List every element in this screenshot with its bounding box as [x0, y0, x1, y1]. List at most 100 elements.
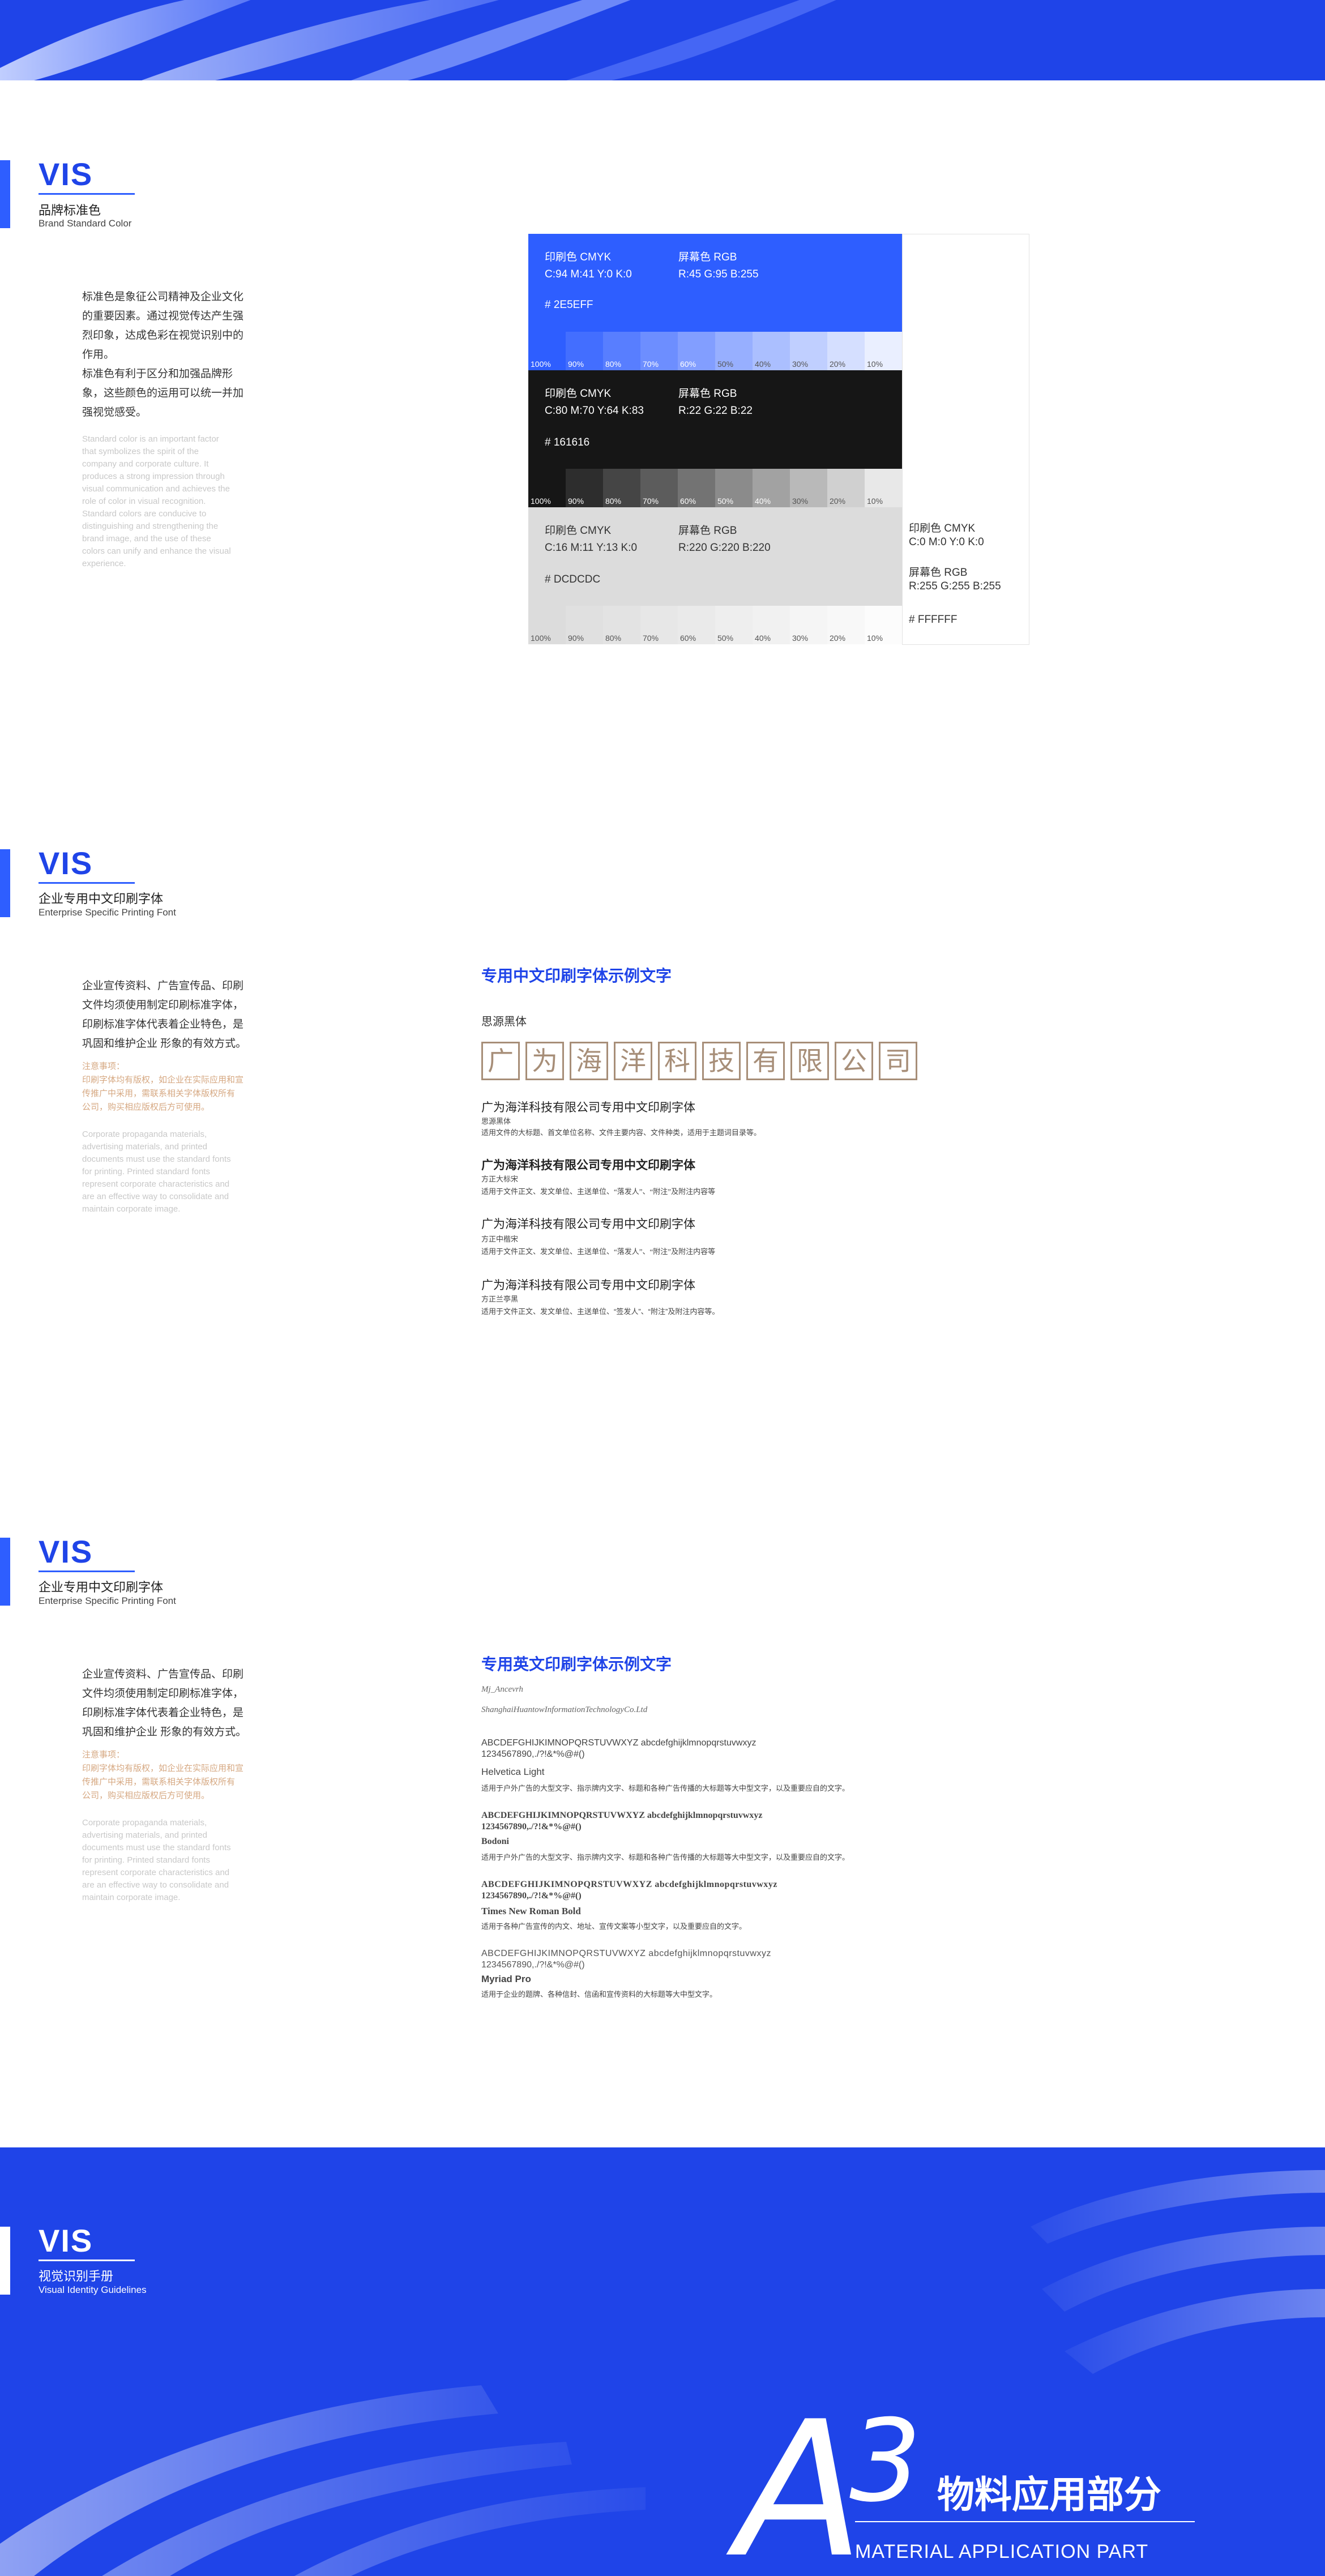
- font-sample-name: 方正中楷宋: [481, 1235, 519, 1243]
- tint-label: 30%: [792, 634, 809, 643]
- tint-label: 40%: [755, 634, 771, 643]
- char-box: 技: [702, 1042, 741, 1080]
- section-accent-bar: [0, 2227, 10, 2295]
- tint-label: 50%: [717, 497, 734, 506]
- tint-label: 30%: [792, 497, 809, 506]
- intro-en: Corporate propaganda materials, advertisi…: [82, 1129, 231, 1214]
- char-box: 洋: [614, 1042, 652, 1080]
- section-title-cn: 品牌标准色: [39, 203, 101, 217]
- vis-underline: [39, 193, 135, 195]
- cn-font-heading: 专用中文印刷字体示例文字: [481, 967, 672, 985]
- tint-cell: 80%: [603, 469, 640, 507]
- tint-row-gray: 100% 90% 80% 70% 60% 50% 40% 30% 20% 10%: [528, 606, 902, 644]
- tint-cell: 100%: [528, 606, 566, 644]
- tint-cell: 30%: [790, 332, 827, 370]
- tint-label: 90%: [568, 634, 584, 643]
- font-alphabet: ABCDEFGHIJKIMNOPQRSTUVWXYZ abcdefghijklm…: [481, 1811, 763, 1820]
- wave-decoration: [0, 0, 836, 80]
- char-box: 有: [746, 1042, 785, 1080]
- tint-label: 60%: [680, 497, 696, 506]
- tint-cell: 40%: [753, 332, 790, 370]
- tint-cell: 80%: [603, 606, 640, 644]
- swatch-white-cmyk: 印刷色 CMYK C:0 M:0 Y:0 K:0: [909, 523, 984, 548]
- tint-cell: 70%: [640, 606, 678, 644]
- part-letter: A: [736, 2381, 864, 2576]
- swatch-gray: [528, 507, 902, 606]
- tint-cell: 50%: [715, 332, 753, 370]
- font-sample-name: 方正兰亭黑: [481, 1295, 519, 1303]
- tint-label: 100%: [531, 360, 551, 369]
- intro-en: Corporate propaganda materials, advertisi…: [82, 1818, 231, 1902]
- top-banner: [0, 0, 1325, 80]
- tint-row-black: 100% 90% 80% 70% 60% 50% 40% 30% 20% 10%: [528, 469, 902, 507]
- section-accent-bar: [0, 1538, 10, 1606]
- font-sample-desc: 适用文件的大标题、首文单位名称、文件主要内容、文件种类，适用于主题词目录等。: [481, 1128, 762, 1137]
- font-desc: 适用于企业的题牌、各种信封、信函和宣传资料的大标题等大中型文字。: [481, 1990, 717, 1999]
- vis-underline: [39, 1571, 135, 1572]
- intro-cn: 企业宣传资料、广告宣传品、印刷 文件均须使用制定印刷标准字体， 印刷标准字体代表着…: [82, 1668, 247, 1738]
- en-font-heading: 专用英文印刷字体示例文字: [481, 1655, 672, 1673]
- font-sample-desc: 适用于文件正文、发文单位、主送单位、“落发人”、“附注”及附注内容等: [481, 1247, 716, 1256]
- font-sample-title: 广为海洋科技有限公司专用中文印刷字体: [481, 1158, 695, 1172]
- part-title-cn: 物料应用部分: [937, 2474, 1161, 2515]
- font-name: Bodoni: [481, 1837, 509, 1846]
- tint-cell: 60%: [678, 469, 715, 507]
- tint-label: 70%: [643, 360, 659, 369]
- font-sample-desc: 适用于文件正文、发文单位、主送单位、“落发人”、“附注”及附注内容等: [481, 1187, 716, 1196]
- section-title-en: Enterprise Specific Printing Font: [39, 907, 176, 918]
- char-box: 海: [570, 1042, 608, 1080]
- part-title-en: MATERIAL APPLICATION PART: [855, 2541, 1149, 2562]
- char-box: 司: [879, 1042, 917, 1080]
- tint-row-blue: 100% 90% 80% 70% 60% 50% 40% 30% 20% 10%: [528, 332, 902, 370]
- section-title-en: Brand Standard Color: [39, 218, 132, 229]
- tint-label: 70%: [643, 634, 659, 643]
- tint-cell: 30%: [790, 606, 827, 644]
- tint-label: 80%: [605, 497, 622, 506]
- tint-label: 50%: [717, 360, 734, 369]
- font-alphabet: ABCDEFGHIJKIMNOPQRSTUVWXYZ abcdefghijklm…: [481, 1738, 756, 1748]
- tint-cell: 60%: [678, 332, 715, 370]
- char-box: 为: [525, 1042, 564, 1080]
- char-box: 广: [481, 1042, 520, 1080]
- tint-cell: 70%: [640, 332, 678, 370]
- char-box: 科: [658, 1042, 696, 1080]
- swatch-gray-hex: # DCDCDC: [545, 574, 601, 585]
- tint-cell: 80%: [603, 332, 640, 370]
- swatch-white-hex: # FFFFFF: [909, 614, 958, 626]
- section-title-cn: 企业专用中文印刷字体: [39, 1580, 164, 1594]
- swatch-black-rgb: 屏幕色 RGB R:22 G:22 B:22: [678, 388, 753, 417]
- script-sample-2: ShanghaiHuantowInformationTechnologyCo.L…: [481, 1705, 648, 1714]
- font-digits: 1234567890,./?!&*%@#(): [481, 1749, 585, 1759]
- swatch-gray-rgb: 屏幕色 RGB R:220 G:220 B:220: [678, 525, 771, 554]
- tint-cell: 100%: [528, 332, 566, 370]
- tint-label: 10%: [867, 360, 883, 369]
- font-alphabet: ABCDEFGHIJKIMNOPQRSTUVWXYZ abcdefghijklm…: [481, 1949, 771, 1958]
- swatch-black-cmyk: 印刷色 CMYK C:80 M:70 Y:64 K:83: [545, 388, 644, 417]
- tint-cell: 50%: [715, 606, 753, 644]
- tint-label: 60%: [680, 360, 696, 369]
- font-name: Myriad Pro: [481, 1974, 531, 1984]
- font-sample-title: 广为海洋科技有限公司专用中文印刷字体: [481, 1279, 695, 1292]
- section-title-cn: 企业专用中文印刷字体: [39, 892, 164, 906]
- sample-font-name: 思源黑体: [481, 1016, 527, 1028]
- tint-cell: 100%: [528, 469, 566, 507]
- font-desc: 适用于户外广告的大型文字、指示牌内文字、标题和各种广告传播的大标题等大中型文字，…: [481, 1853, 850, 1862]
- font-sample-desc: 适用于文件正文、发文单位、主送单位、“签发人”、“附注”及附注内容等。: [481, 1307, 720, 1316]
- swatch-blue-rgb: 屏幕色 RGB R:45 G:95 B:255: [678, 251, 759, 280]
- tint-label: 80%: [605, 634, 622, 643]
- part-number: 3: [849, 2395, 922, 2527]
- tint-cell: 10%: [865, 332, 902, 370]
- vis-underline: [39, 882, 135, 884]
- font-sample-name: 思源黑体: [481, 1117, 511, 1126]
- copyright-note: 注意事项： 印刷字体均有版权，如企业在实际应用和宣 传推广中采用，需联系相关字体版…: [82, 1062, 244, 1112]
- section-title-en: Enterprise Specific Printing Font: [39, 1595, 176, 1606]
- tint-label: 90%: [568, 497, 584, 506]
- tint-cell: 20%: [827, 469, 865, 507]
- font-desc: 适用于各种广告宣传的内文、地址、宣传文案等小型文字，以及重要应自的文字。: [481, 1922, 747, 1931]
- tint-label: 30%: [792, 360, 809, 369]
- bottom-banner: VIS 视觉识别手册 Visual Identity Guidelines A …: [0, 2147, 1325, 2576]
- section-accent-bar: [0, 849, 10, 917]
- section-title-en: Visual Identity Guidelines: [39, 2284, 147, 2295]
- intro-cn: 企业宣传资料、广告宣传品、印刷 文件均须使用制定印刷标准字体， 印刷标准字体代表着…: [82, 980, 247, 1050]
- tint-label: 10%: [867, 497, 883, 506]
